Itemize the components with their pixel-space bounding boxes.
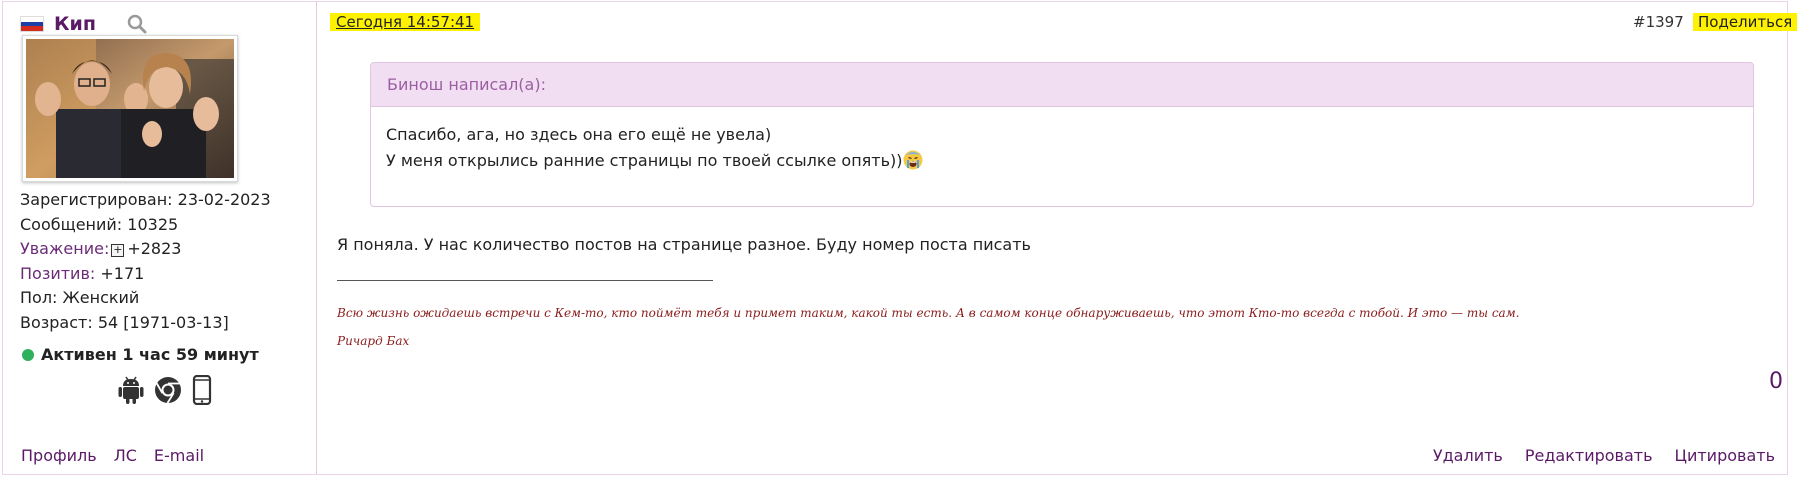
device-icons [118,374,212,409]
online-status-text: Активен 1 час 59 минут [41,345,259,364]
android-icon [118,376,144,408]
respect-label[interactable]: Уважение: [20,239,109,258]
share-button[interactable]: Поделиться [1693,13,1798,31]
profile-link[interactable]: Профиль [21,446,97,465]
user-links: Профиль ЛС E-mail [21,446,204,465]
user-header: Кип [20,11,148,37]
chrome-icon [154,376,182,408]
positive-label[interactable]: Позитив: [20,264,95,283]
positive-value: +171 [100,263,145,283]
plus-icon[interactable]: + [111,244,125,257]
user-info: Зарегистрирован: 23-02-2023 Сообщений: 1… [20,188,271,335]
quote-line-1: Спасибо, ага, но здесь она его ещё не ув… [386,125,772,144]
russia-flag-icon [20,16,44,32]
username-link[interactable]: Кип [54,13,96,35]
signature-quote: Всю жизнь ожидаешь встречи с Кем-то, кто… [337,306,1520,320]
quote-author: Бинош написал(а): [371,63,1753,107]
post-number[interactable]: #1397 [1633,13,1684,31]
signature-author: Ричард Бах [337,334,410,348]
quote-line-2: У меня открылись ранние страницы по твое… [386,151,903,170]
edit-button[interactable]: Редактировать [1525,446,1653,465]
post-message: Я поняла. У нас количество постов на стр… [337,235,1031,254]
positive-row: Позитив: +171 [20,262,271,287]
quote-body: Спасибо, ага, но здесь она его ещё не ув… [371,107,1753,174]
search-icon[interactable] [126,13,148,35]
forum-post: Кип Зарегистрирован: 23-02-2023 Сообщени… [2,1,1798,475]
messages-row: Сообщений: 10325 [20,213,271,238]
signature: Всю жизнь ожидаешь встречи с Кем-то, кто… [337,299,1519,355]
signature-divider [337,280,713,281]
delete-button[interactable]: Удалить [1433,446,1503,465]
quote-line-2-row: У меня открылись ранние страницы по твое… [386,148,1738,174]
gender-label: Пол: [20,288,58,307]
quote-button[interactable]: Цитировать [1675,446,1775,465]
registered-label: Зарегистрирован: [20,190,173,209]
online-dot-icon [22,348,34,361]
post-rating[interactable]: 0 [1769,369,1783,394]
registered-value: 23-02-2023 [177,190,271,209]
messages-label: Сообщений: [20,214,123,234]
quote-block: Бинош написал(а): Спасибо, ага, но здесь… [370,62,1754,207]
mobile-phone-icon [192,374,212,409]
respect-row: Уважение: + +2823 [20,237,271,262]
gender-value: Женский [62,288,140,307]
avatar[interactable] [22,35,238,182]
respect-value: +2823 [127,239,182,258]
gender-row: Пол: Женский [20,286,271,311]
age-label: Возраст: [20,312,93,332]
registered-row: Зарегистрирован: 23-02-2023 [20,188,271,213]
age-value: 54 [1971-03-13] [97,312,229,332]
post-actions: Удалить Редактировать Цитировать [1433,446,1775,465]
crying-face-emoji-icon [903,150,923,170]
online-status: Активен 1 час 59 минут [22,345,259,364]
post-timestamp-link[interactable]: Сегодня 14:57:41 [330,13,481,31]
messages-value: 10325 [127,214,179,234]
user-sidebar: Кип Зарегистрирован: 23-02-2023 Сообщени… [3,2,317,474]
email-link[interactable]: E-mail [154,446,204,465]
pm-link[interactable]: ЛС [114,446,137,465]
age-row: Возраст: 54 [1971-03-13] [20,311,271,336]
